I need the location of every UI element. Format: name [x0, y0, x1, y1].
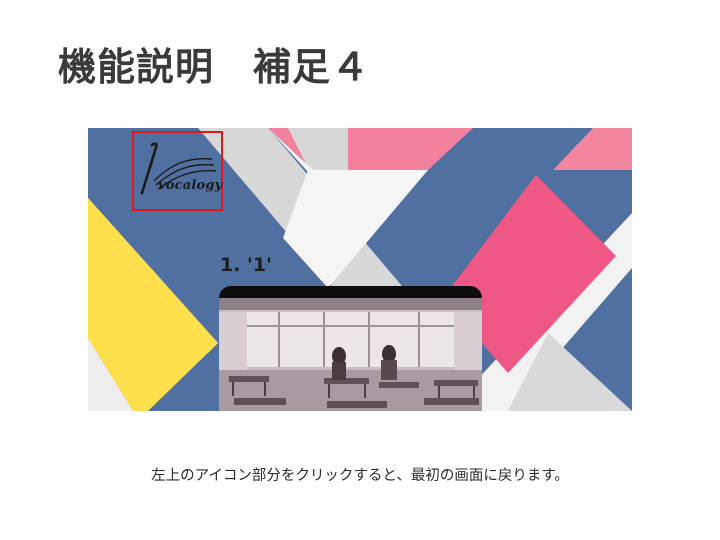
classroom-thumbnail-image	[219, 298, 482, 411]
home-logo-button[interactable]: vocalogy	[132, 131, 223, 211]
video-thumbnail[interactable]	[219, 286, 482, 411]
app-screenshot: vocalogy 1. '1'	[88, 128, 632, 411]
vocalogy-logo-icon	[140, 142, 217, 195]
logo-wordmark: vocalogy	[158, 178, 223, 193]
slide-title: 機能説明 補足４	[58, 45, 371, 89]
slide-caption: 左上のアイコン部分をクリックすると、最初の画面に戻ります。	[151, 468, 569, 484]
track-title: 1. '1'	[220, 254, 272, 276]
